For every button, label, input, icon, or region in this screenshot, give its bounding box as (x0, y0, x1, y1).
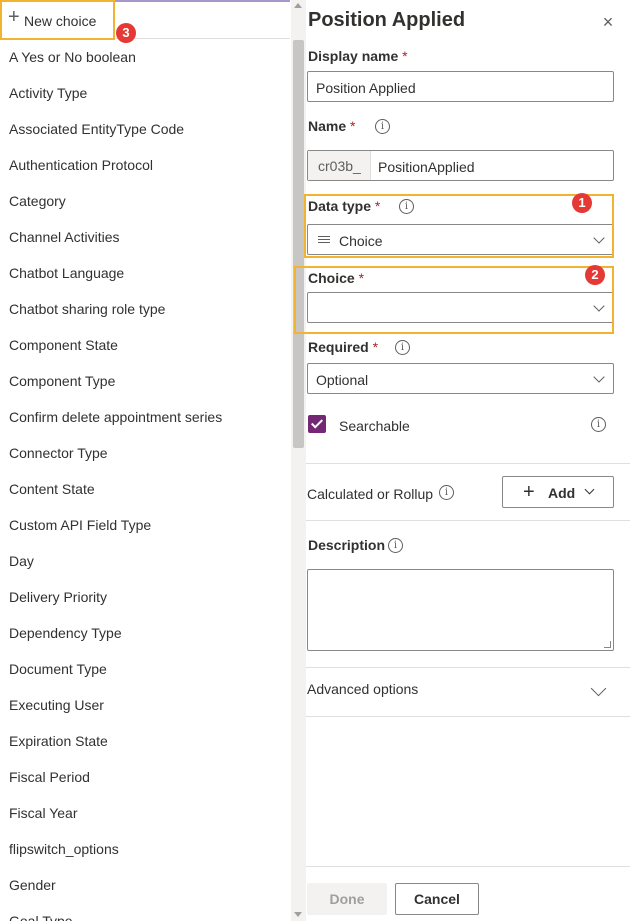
list-icon (318, 236, 330, 245)
data-type-value: Choice (339, 233, 383, 249)
list-item[interactable]: Activity Type (0, 75, 290, 111)
required-mark: * (358, 270, 365, 286)
divider (306, 520, 630, 521)
info-icon[interactable]: i (399, 199, 414, 214)
list-item[interactable]: Component State (0, 327, 290, 363)
list-item[interactable]: A Yes or No boolean (0, 39, 290, 75)
resize-grip-icon[interactable] (604, 641, 611, 648)
list-item[interactable]: flipswitch_options (0, 831, 290, 867)
data-type-label-text: Data type (308, 198, 372, 214)
searchable-checkbox[interactable] (308, 415, 326, 433)
info-icon[interactable]: i (395, 340, 410, 355)
searchable-label: Searchable (339, 418, 410, 434)
list-item[interactable]: Chatbot sharing role type (0, 291, 290, 327)
display-name-value: Position Applied (316, 80, 416, 96)
new-choice-button[interactable]: + New choice (0, 2, 290, 39)
footer-divider (306, 866, 630, 867)
required-label-text: Required (308, 339, 369, 355)
info-icon[interactable]: i (439, 485, 454, 500)
scroll-down-icon[interactable] (294, 912, 302, 917)
badge-1: 1 (572, 193, 592, 213)
column-properties-panel: Position Applied × Display name * Positi… (306, 0, 630, 921)
name-value: PositionApplied (378, 159, 475, 175)
info-icon[interactable]: i (375, 119, 390, 134)
list-item[interactable]: Delivery Priority (0, 579, 290, 615)
name-prefix-text: cr03b_ (318, 158, 361, 174)
scrollbar-thumb[interactable] (293, 40, 304, 448)
chevron-down-icon (593, 300, 605, 312)
list-item[interactable]: Gender (0, 867, 290, 903)
display-name-label-text: Display name (308, 48, 399, 64)
choice-dropdown[interactable] (307, 292, 614, 323)
list-item[interactable]: Expiration State (0, 723, 290, 759)
list-item[interactable]: Document Type (0, 651, 290, 687)
list-item[interactable]: Authentication Protocol (0, 147, 290, 183)
list-item[interactable]: Channel Activities (0, 219, 290, 255)
info-icon[interactable]: i (388, 538, 403, 553)
add-label: Add (548, 485, 576, 501)
display-name-input[interactable]: Position Applied (307, 71, 614, 102)
list-item[interactable]: Dependency Type (0, 615, 290, 651)
advanced-options-label: Advanced options (307, 681, 419, 697)
list-item[interactable]: Content State (0, 471, 290, 507)
scroll-up-icon[interactable] (294, 3, 302, 8)
chevron-down-icon (593, 371, 605, 383)
badge-2: 2 (585, 265, 605, 285)
name-prefix: cr03b_ (308, 151, 371, 180)
divider (306, 463, 630, 464)
new-choice-label: New choice (24, 13, 97, 29)
list-item[interactable]: Day (0, 543, 290, 579)
add-button[interactable]: + Add (502, 476, 614, 508)
plus-icon: + (8, 6, 20, 28)
required-mark: * (374, 198, 381, 214)
choice-label-text: Choice (308, 270, 355, 286)
required-mark: * (402, 48, 408, 64)
list-item[interactable]: Fiscal Period (0, 759, 290, 795)
data-type-dropdown[interactable]: Choice (307, 224, 614, 255)
chevron-down-icon (593, 232, 605, 244)
required-mark: * (372, 339, 379, 355)
list-item[interactable]: Associated EntityType Code (0, 111, 290, 147)
list-item[interactable]: Goal Type (0, 903, 290, 921)
name-label-text: Name (308, 118, 347, 134)
info-icon[interactable]: i (591, 417, 606, 432)
list-item[interactable]: Confirm delete appointment series (0, 399, 290, 435)
display-name-label: Display name * (308, 48, 408, 64)
data-type-label: Data type * (308, 198, 380, 214)
panel-title: Position Applied (308, 9, 466, 31)
description-textarea[interactable] (307, 569, 614, 651)
done-button[interactable]: Done (307, 883, 387, 915)
required-mark: * (350, 118, 356, 134)
list-item[interactable]: Connector Type (0, 435, 290, 471)
required-value: Optional (316, 372, 369, 388)
cancel-button[interactable]: Cancel (395, 883, 479, 915)
choice-list-panel: + New choice A Yes or No boolean Activity… (0, 0, 306, 921)
scrollbar[interactable] (291, 0, 306, 921)
divider (306, 716, 630, 717)
name-input[interactable]: cr03b_ PositionApplied (307, 150, 614, 181)
list-item[interactable]: Chatbot Language (0, 255, 290, 291)
list-item[interactable]: Custom API Field Type (0, 507, 290, 543)
required-dropdown[interactable]: Optional (307, 363, 614, 394)
plus-icon: + (523, 481, 535, 503)
calculated-label: Calculated or Rollup (307, 486, 434, 502)
close-icon[interactable]: × (598, 12, 618, 32)
choice-list: A Yes or No boolean Activity Type Associat… (0, 39, 290, 921)
name-label: Name * (308, 118, 355, 134)
chevron-down-icon (584, 484, 595, 495)
description-label: Description (308, 537, 386, 553)
list-item[interactable]: Executing User (0, 687, 290, 723)
advanced-options-toggle[interactable]: Advanced options (306, 668, 630, 716)
list-item[interactable]: Component Type (0, 363, 290, 399)
list-item[interactable]: Category (0, 183, 290, 219)
choice-label: Choice * (308, 270, 364, 286)
badge-3: 3 (116, 23, 136, 43)
required-label: Required * (308, 339, 378, 355)
list-item[interactable]: Fiscal Year (0, 795, 290, 831)
